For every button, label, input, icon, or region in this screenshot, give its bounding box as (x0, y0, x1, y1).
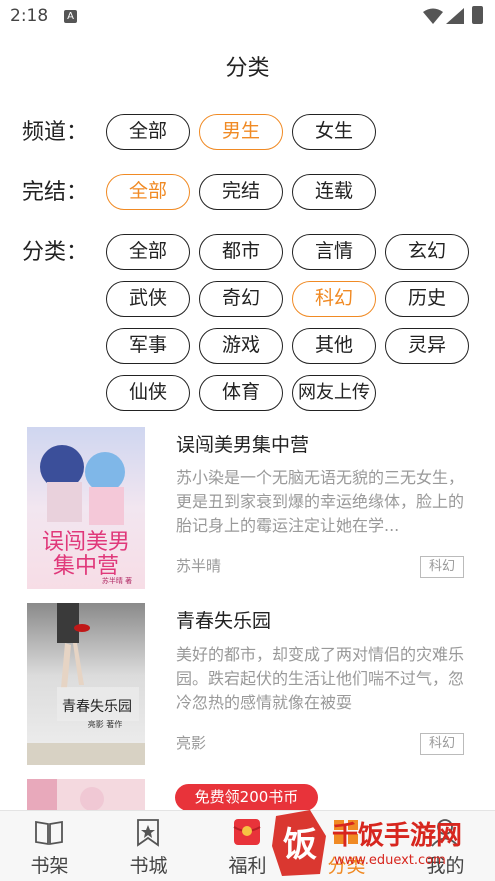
book-description: 苏小染是一个无脑无语无貌的三无女生，更是丑到家衰到爆的幸运绝缘体，脸上的胎记身上… (176, 468, 465, 535)
battery-icon (472, 6, 483, 24)
category-chip[interactable]: 武侠 (106, 281, 190, 317)
completion-chip-all[interactable]: 全部 (106, 174, 190, 210)
status-bar: 2:18 A (0, 0, 495, 34)
book-title[interactable]: 青春失乐园 (176, 606, 271, 633)
cover-author: 亮影 著作 (88, 719, 123, 729)
nav-label: 书架 (30, 855, 69, 877)
category-chip[interactable]: 奇幻 (199, 281, 283, 317)
nav-label: 书城 (129, 855, 168, 877)
watermark-url: www.eduext.com (334, 853, 446, 868)
watermark-glyph: 饭 (283, 825, 317, 865)
book-description: 美好的都市，却变成了两对情侣的灾难乐园。跌宕起伏的生活让他们喘不过气，忽冷忽热的… (176, 645, 465, 712)
red-envelope-icon (233, 819, 261, 845)
category-chip[interactable]: 都市 (199, 234, 283, 270)
nav-item-bookstore[interactable]: 书城 (99, 811, 198, 881)
completion-label: 完结： (22, 180, 89, 205)
signal-icon (446, 8, 464, 24)
category-chip[interactable]: 全部 (106, 234, 190, 270)
completion-chip-serial[interactable]: 连载 (292, 174, 376, 210)
cover-title-line2: 集中营 (53, 554, 119, 579)
channel-chip-all[interactable]: 全部 (106, 114, 190, 150)
watermark-logo: 饭 千饭手游网 www.eduext.com (272, 810, 462, 876)
watermark-brand: 千饭手游网 (332, 821, 462, 851)
book-tag: 科幻 (420, 733, 464, 755)
book-cover[interactable]: 青春失乐园 亮影 著作 (27, 603, 145, 765)
status-time: 2:18 (10, 6, 49, 26)
category-chip[interactable]: 言情 (292, 234, 376, 270)
book-author: 亮影 (176, 734, 207, 752)
wifi-icon (423, 8, 443, 24)
category-chip[interactable]: 历史 (385, 281, 469, 317)
nav-item-bookshelf[interactable]: 书架 (0, 811, 99, 881)
book-cover[interactable]: 误闯美男 集中营 苏半晴 著 (27, 427, 145, 589)
category-chip[interactable]: 玄幻 (385, 234, 469, 270)
category-chip-selected[interactable]: 科幻 (292, 281, 376, 317)
book-open-icon (35, 820, 63, 846)
category-label: 分类： (22, 240, 89, 265)
page-title: 分类 (225, 56, 270, 81)
category-chip[interactable]: 游戏 (199, 328, 283, 364)
notification-icon: A (64, 10, 77, 23)
book-author: 苏半晴 (176, 557, 222, 575)
category-chip[interactable]: 体育 (199, 375, 283, 411)
cover-title-line1: 误闯美男 (42, 530, 130, 555)
category-chip[interactable]: 灵异 (385, 328, 469, 364)
book-title[interactable]: 误闯美男集中营 (176, 430, 309, 457)
cover-author: 苏半晴 著 (102, 576, 132, 585)
channel-chip-male[interactable]: 男生 (199, 114, 283, 150)
bookmark-star-icon (137, 819, 159, 847)
category-chip[interactable]: 军事 (106, 328, 190, 364)
category-chip[interactable]: 网友上传 (292, 375, 376, 411)
book-tag: 科幻 (420, 556, 464, 578)
channel-chip-female[interactable]: 女生 (292, 114, 376, 150)
cover-title: 青春失乐园 (62, 699, 132, 715)
book-cover[interactable] (27, 779, 145, 810)
category-chip[interactable]: 仙侠 (106, 375, 190, 411)
channel-label: 频道： (22, 120, 89, 145)
completion-chip-finished[interactable]: 完结 (199, 174, 283, 210)
category-chip[interactable]: 其他 (292, 328, 376, 364)
